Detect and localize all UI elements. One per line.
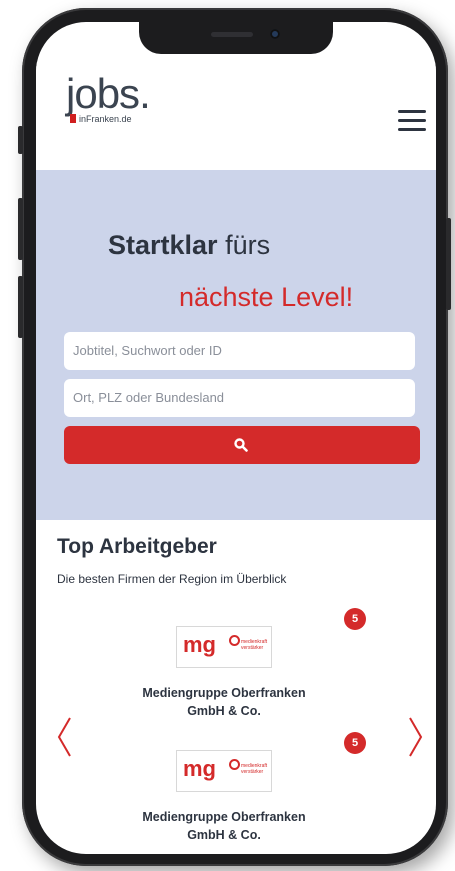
hero-headline: Startklar fürs bbox=[108, 230, 270, 261]
employers-subtitle: Die besten Firmen der Region im Überblic… bbox=[57, 572, 287, 586]
power-button bbox=[446, 218, 451, 310]
menu-icon[interactable] bbox=[398, 110, 426, 132]
logo-tagline-2: verstärker bbox=[241, 769, 264, 775]
menu-icon-bar bbox=[398, 119, 426, 122]
location-search-input[interactable]: Ort, PLZ oder Bundesland bbox=[64, 379, 415, 417]
chevron-left-icon[interactable] bbox=[56, 716, 72, 758]
menu-icon-bar bbox=[398, 128, 426, 131]
chevron-right-icon[interactable] bbox=[408, 716, 424, 758]
speaker-grille bbox=[211, 32, 253, 37]
logo-subline: inFranken.de bbox=[70, 114, 132, 124]
logo-flag-icon bbox=[70, 114, 76, 123]
hero-headline-bold: Startklar bbox=[108, 230, 218, 260]
notch bbox=[139, 22, 333, 54]
employer-logo[interactable]: mg medienkraft verstärker bbox=[176, 750, 272, 792]
keyword-search-input[interactable]: Jobtitel, Suchwort oder ID bbox=[64, 332, 415, 370]
employer-logo-text: mg bbox=[183, 632, 216, 657]
employer-logo-text: mg bbox=[183, 756, 216, 781]
phone-screen: jobs. inFranken.de Startklar fürs nächst… bbox=[36, 22, 436, 854]
logo-tagline-2: verstärker bbox=[241, 645, 264, 651]
employer-name-line1: Mediengruppe Oberfranken bbox=[142, 686, 306, 700]
logo-dot: . bbox=[139, 70, 151, 117]
hero-headline-rest: fürs bbox=[217, 230, 271, 260]
employer-logo-tagline: medienkraft verstärker bbox=[241, 763, 267, 775]
employer-name[interactable]: Mediengruppe Oberfranken GmbH & Co. bbox=[116, 684, 332, 720]
job-count-badge: 5 bbox=[344, 608, 366, 630]
front-camera bbox=[270, 29, 280, 39]
logo-word: jobs bbox=[66, 70, 140, 117]
site-logo[interactable]: jobs. inFranken.de bbox=[66, 73, 151, 125]
employer-name-line2: GmbH & Co. bbox=[187, 828, 261, 842]
logo-subline-text: inFranken.de bbox=[79, 114, 132, 124]
employer-logo-ring bbox=[229, 635, 240, 646]
employer-logo-tagline: medienkraft verstärker bbox=[241, 639, 267, 651]
menu-icon-bar bbox=[398, 110, 426, 113]
job-count-badge: 5 bbox=[344, 732, 366, 754]
logo-wordmark: jobs. bbox=[66, 73, 151, 115]
volume-down-button bbox=[18, 276, 23, 338]
hero-headline-accent: nächste Level! bbox=[179, 282, 354, 312]
employer-name-line1: Mediengruppe Oberfranken bbox=[142, 810, 306, 824]
volume-up-button bbox=[18, 198, 23, 260]
hero-section: Startklar fürs nächste Level! Jobtitel, … bbox=[36, 170, 436, 520]
search-icon bbox=[234, 438, 248, 452]
employer-name[interactable]: Mediengruppe Oberfranken GmbH & Co. bbox=[116, 808, 332, 844]
employer-name-line2: GmbH & Co. bbox=[187, 704, 261, 718]
mute-switch bbox=[18, 126, 23, 154]
employer-logo-ring bbox=[229, 759, 240, 770]
search-button[interactable] bbox=[64, 426, 420, 464]
employers-title: Top Arbeitgeber bbox=[57, 535, 217, 558]
employer-logo[interactable]: mg medienkraft verstärker bbox=[176, 626, 272, 668]
